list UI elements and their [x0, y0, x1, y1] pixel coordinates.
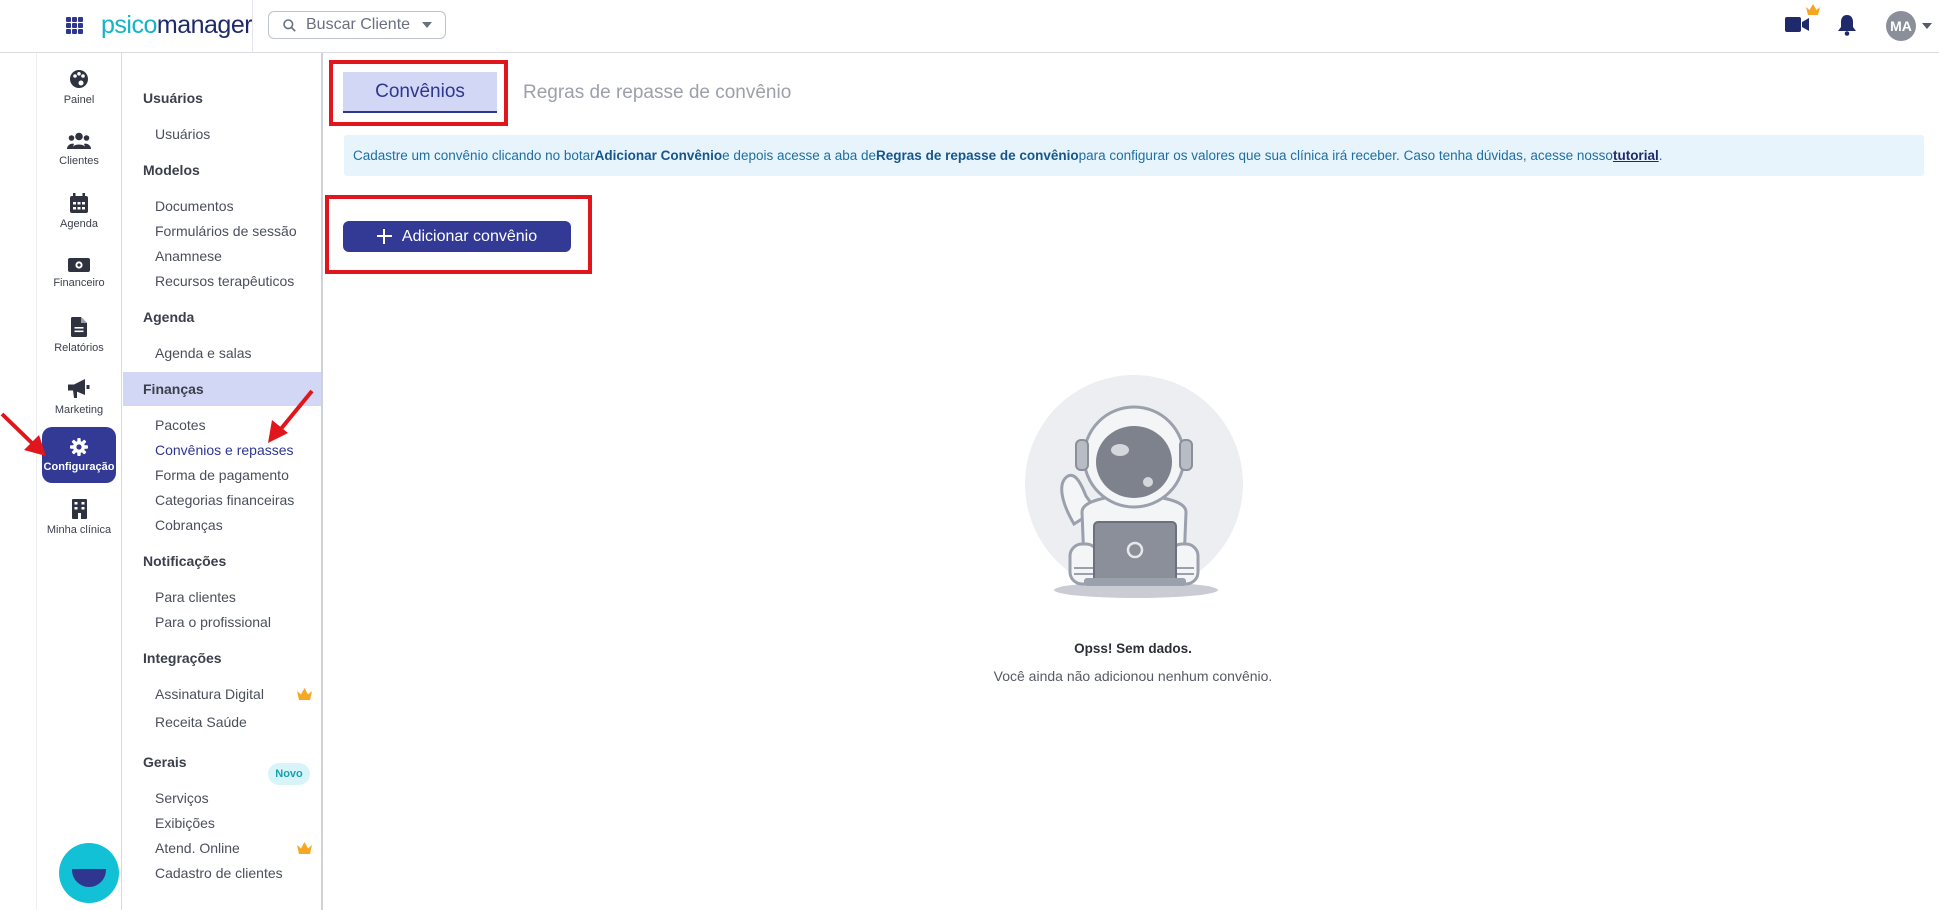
settings-item-categorias[interactable]: Categorias financeiras: [155, 492, 294, 508]
nav-item-agenda[interactable]: Agenda: [42, 183, 116, 239]
settings-item-anamnese[interactable]: Anamnese: [155, 248, 222, 264]
settings-group-modelos: Modelos: [143, 162, 200, 178]
nav-item-minha-clinica[interactable]: Minha clínica: [42, 489, 116, 545]
astronaut-illustration: [1025, 375, 1243, 598]
document-icon: [71, 316, 87, 337]
video-camera-icon[interactable]: [1785, 16, 1809, 33]
nav-item-label: Relatórios: [54, 341, 104, 354]
settings-item-para-clientes[interactable]: Para clientes: [155, 589, 236, 605]
palette-icon: [70, 69, 88, 88]
highlight-box-add-button: [325, 195, 592, 274]
settings-item-servicos[interactable]: Serviços: [155, 790, 209, 806]
red-arrow-icon: [268, 389, 314, 443]
settings-item-forma-pagamento[interactable]: Forma de pagamento: [155, 467, 289, 483]
crown-icon: [297, 688, 312, 700]
bell-icon[interactable]: [1837, 14, 1857, 36]
nav-item-clientes[interactable]: Clientes: [42, 121, 116, 177]
nav-item-label: Minha clínica: [46, 523, 112, 536]
apps-grid-icon[interactable]: [66, 17, 83, 34]
chat-support-button[interactable]: [59, 843, 119, 903]
settings-item-documentos[interactable]: Documentos: [155, 198, 234, 214]
info-banner: Cadastre um convênio clicando no botar A…: [344, 135, 1924, 176]
settings-item-formularios[interactable]: Formulários de sessão: [155, 223, 297, 239]
topbar-divider: [252, 0, 253, 53]
nav-item-label: Painel: [63, 93, 95, 106]
gear-icon: [70, 437, 88, 456]
settings-sidebar: Usuários Usuários Modelos Documentos For…: [123, 53, 323, 910]
avatar[interactable]: MA: [1886, 11, 1916, 41]
nav-item-label: Financeiro: [53, 276, 105, 289]
search-client-button[interactable]: Buscar Cliente: [268, 11, 446, 39]
tab-regras-repasse[interactable]: Regras de repasse de convênio: [523, 82, 791, 104]
nav-item-financeiro[interactable]: Financeiro: [42, 245, 116, 301]
chevron-down-icon: [422, 22, 433, 28]
info-bold-text: Adicionar Convênio: [594, 148, 723, 163]
empty-state-title: Opss! Sem dados.: [1074, 641, 1192, 656]
settings-item-para-profissional[interactable]: Para o profissional: [155, 614, 271, 630]
settings-item-assinatura[interactable]: Assinatura Digital: [155, 686, 264, 702]
calendar-icon: [70, 192, 88, 213]
settings-item-cadastro[interactable]: Cadastro de clientes: [155, 865, 283, 881]
nav-item-label: Clientes: [59, 154, 99, 167]
settings-item-agenda-salas[interactable]: Agenda e salas: [155, 345, 252, 361]
nav-item-marketing[interactable]: Marketing: [42, 369, 116, 425]
chevron-down-icon[interactable]: [1922, 23, 1932, 29]
nav-item-label: Configuração: [43, 460, 115, 473]
settings-item-usuarios[interactable]: Usuários: [155, 126, 210, 142]
settings-group-notificacoes: Notificações: [143, 553, 227, 569]
money-icon: [68, 257, 90, 272]
settings-group-usuarios: Usuários: [143, 90, 203, 106]
empty-state-text: Você ainda não adicionou nenhum convênio…: [993, 668, 1273, 684]
nav-item-label: Marketing: [54, 403, 104, 416]
megaphone-icon: [68, 378, 90, 398]
search-client-label: Buscar Cliente: [306, 16, 411, 33]
highlight-box-tab: [329, 60, 508, 126]
nav-item-configuracao[interactable]: Configuração: [42, 427, 116, 483]
crown-icon: [1806, 4, 1820, 15]
users-icon: [67, 132, 91, 149]
settings-item-exibicoes[interactable]: Exibições: [155, 815, 215, 831]
main-navigation-rail: Painel Clientes Agenda Financeiro Relató…: [36, 53, 122, 910]
top-bar: psicomanager Buscar Cliente MA: [0, 0, 1939, 53]
info-text: Cadastre um convênio clicando no botar: [353, 148, 595, 163]
red-arrow-icon: [0, 412, 46, 456]
info-text: .: [1658, 148, 1663, 163]
info-bold-text: Regras de repasse de convênio: [876, 148, 1079, 163]
settings-item-pacotes[interactable]: Pacotes: [155, 417, 206, 433]
info-text: para configurar os valores que sua clíni…: [1078, 148, 1613, 163]
smile-icon: [72, 869, 106, 887]
tutorial-link[interactable]: tutorial: [1613, 148, 1659, 163]
nav-item-label: Agenda: [60, 217, 98, 230]
building-icon: [71, 498, 87, 519]
settings-item-cobrancas[interactable]: Cobranças: [155, 517, 223, 533]
settings-group-gerais: Gerais: [143, 754, 187, 770]
crown-icon: [297, 842, 312, 854]
settings-item-recursos[interactable]: Recursos terapêuticos: [155, 273, 294, 289]
info-text: e depois acesse a aba de: [722, 148, 877, 163]
settings-group-integracoes: Integrações: [143, 650, 222, 666]
nav-item-painel[interactable]: Painel: [42, 59, 116, 115]
settings-item-receita[interactable]: Receita Saúde: [155, 714, 247, 730]
settings-item-atend-online[interactable]: Atend. Online: [155, 840, 240, 856]
logo[interactable]: psicomanager: [101, 10, 253, 40]
settings-group-agenda: Agenda: [143, 309, 195, 325]
nav-item-relatorios[interactable]: Relatórios: [42, 307, 116, 363]
search-icon: [283, 18, 296, 32]
